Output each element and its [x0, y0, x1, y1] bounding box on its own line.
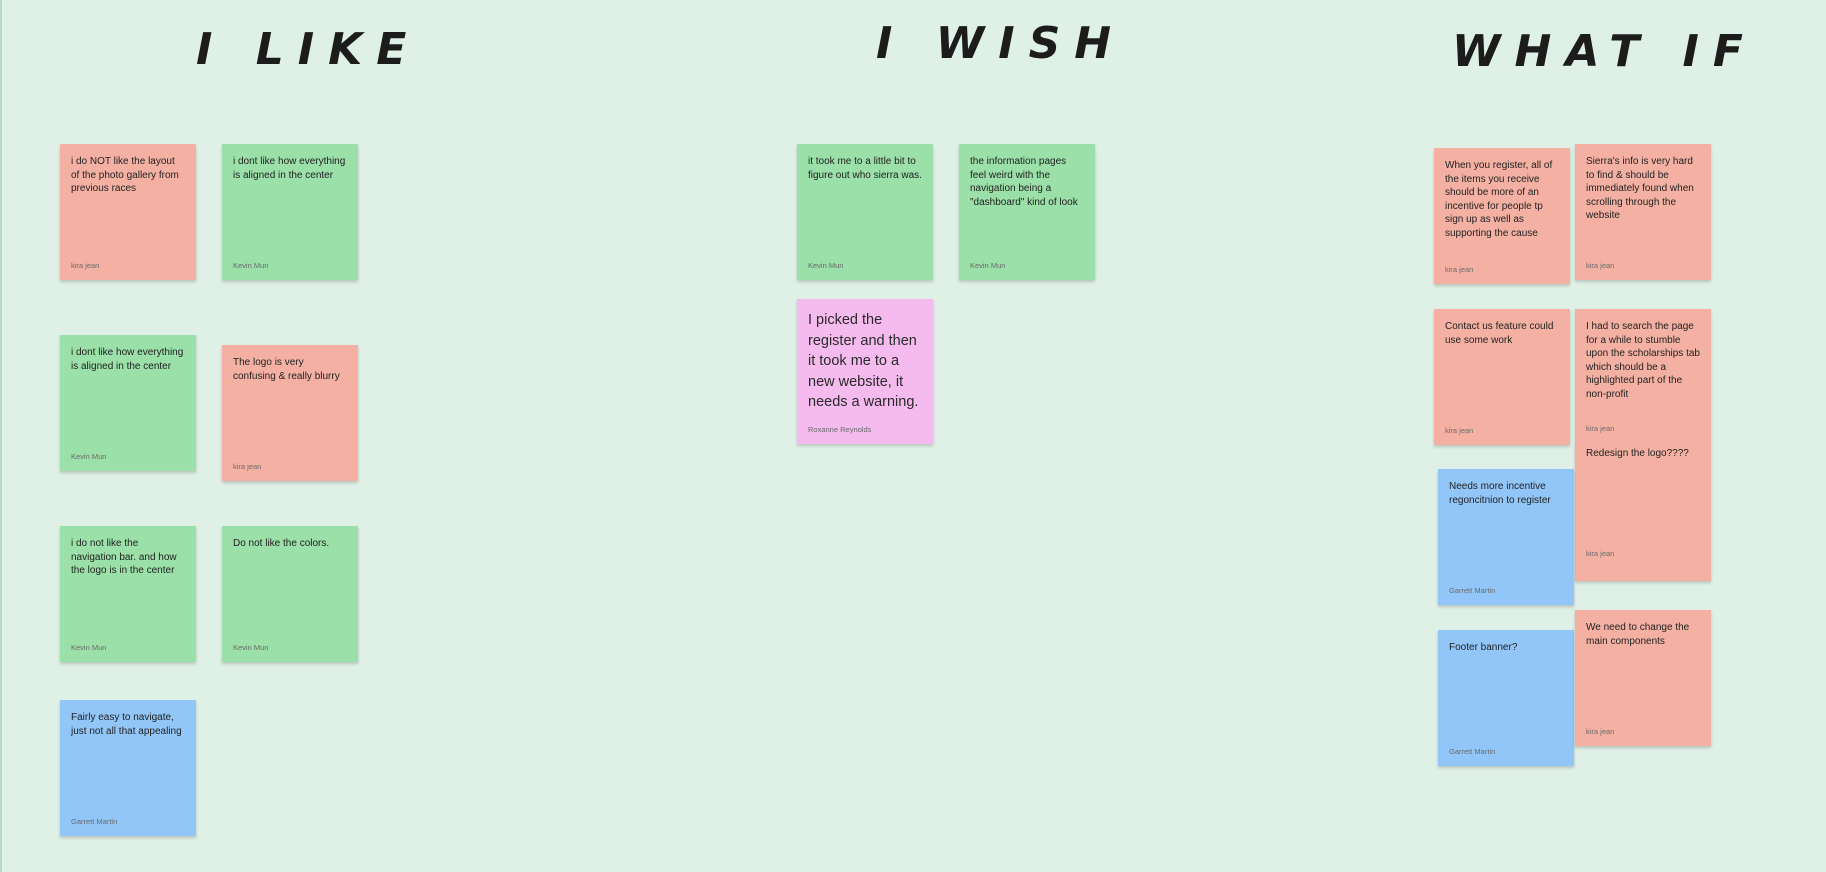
- sticky-note-author: Kevin Mun: [233, 643, 269, 652]
- sticky-note-text: Needs more incentive regoncitnion to reg…: [1449, 481, 1551, 506]
- sticky-note-author: Kevin Mun: [808, 261, 844, 270]
- sticky-note[interactable]: Needs more incentive regoncitnion to reg…: [1438, 469, 1574, 605]
- sticky-note-text: Sierra's info is very hard to find & sho…: [1586, 156, 1694, 222]
- sticky-note-author: kira jean: [1445, 265, 1474, 274]
- sticky-note-text: When you register, all of the items you …: [1445, 160, 1553, 239]
- sticky-note[interactable]: i dont like how everything is aligned in…: [222, 144, 358, 280]
- sticky-note-text: Redesign the logo????: [1586, 448, 1689, 459]
- sticky-note-author: Roxanne Reynolds: [808, 425, 872, 434]
- sticky-note-text: i do not like the navigation bar. and ho…: [71, 538, 177, 577]
- sticky-note-author: Garrett Martin: [71, 817, 118, 826]
- sticky-note[interactable]: i do NOT like the layout of the photo ga…: [60, 144, 196, 280]
- sticky-note-text: I had to search the page for a while to …: [1586, 321, 1700, 400]
- sticky-note[interactable]: I had to search the page for a while to …: [1575, 309, 1711, 581]
- sticky-note-author: Garrett Martin: [1449, 747, 1496, 756]
- sticky-note-text: Contact us feature could use some work: [1445, 321, 1554, 346]
- sticky-note-author: Kevin Mun: [71, 452, 107, 461]
- sticky-note-author: Kevin Mun: [970, 261, 1006, 270]
- sticky-note[interactable]: When you register, all of the items you …: [1434, 148, 1570, 284]
- sticky-note[interactable]: i dont like how everything is aligned in…: [60, 335, 196, 471]
- sticky-note[interactable]: Do not like the colors. Kevin Mun: [222, 526, 358, 662]
- sticky-note-author: kira jean: [1586, 549, 1615, 558]
- sticky-note[interactable]: i do not like the navigation bar. and ho…: [60, 526, 196, 662]
- sticky-note-author: Kevin Mun: [233, 261, 269, 270]
- sticky-note-text: i dont like how everything is aligned in…: [233, 156, 346, 181]
- sticky-note[interactable]: We need to change the main components ki…: [1575, 610, 1711, 746]
- sticky-note-author: kira jean: [71, 261, 100, 270]
- sticky-note-author: Garrett Martin: [1449, 586, 1496, 595]
- sticky-note-author: kira jean: [1586, 424, 1615, 433]
- sticky-note[interactable]: the information pages feel weird with th…: [959, 144, 1095, 280]
- sticky-note-author: Kevin Mun: [71, 643, 107, 652]
- sticky-note-text: I picked the register and then it took m…: [808, 312, 919, 410]
- heading-what-if: WHAT IF: [1452, 26, 1757, 77]
- sticky-note-text: i dont like how everything is aligned in…: [71, 347, 184, 372]
- sticky-note-text: Fairly easy to navigate, just not all th…: [71, 712, 182, 737]
- sticky-note[interactable]: I picked the register and then it took m…: [797, 299, 933, 444]
- sticky-note-text: We need to change the main components: [1586, 622, 1690, 647]
- sticky-note-text: Do not like the colors.: [233, 538, 330, 549]
- heading-i-wish: I WISH: [876, 18, 1126, 69]
- sticky-note[interactable]: it took me to a little bit to figure out…: [797, 144, 933, 280]
- sticky-note-text: Footer banner?: [1449, 642, 1518, 653]
- sticky-note-text: The logo is very confusing & really blur…: [233, 357, 340, 382]
- sticky-note[interactable]: Footer banner? Garrett Martin: [1438, 630, 1574, 766]
- sticky-note[interactable]: Contact us feature could use some work k…: [1434, 309, 1570, 445]
- sticky-note[interactable]: Fairly easy to navigate, just not all th…: [60, 700, 196, 836]
- sticky-note[interactable]: Sierra's info is very hard to find & sho…: [1575, 144, 1711, 280]
- canvas-left-border: [0, 0, 2, 872]
- sticky-note-author: kira jean: [233, 462, 262, 471]
- sticky-note-author: kira jean: [1586, 261, 1615, 270]
- sticky-note-author: kira jean: [1586, 727, 1615, 736]
- sticky-note[interactable]: The logo is very confusing & really blur…: [222, 345, 358, 481]
- sticky-note-text: i do NOT like the layout of the photo ga…: [71, 156, 179, 195]
- sticky-note-author: kira jean: [1445, 426, 1474, 435]
- heading-i-like: I LIKE: [196, 24, 421, 75]
- sticky-note-text: the information pages feel weird with th…: [970, 156, 1078, 208]
- sticky-note-text: it took me to a little bit to figure out…: [808, 156, 922, 181]
